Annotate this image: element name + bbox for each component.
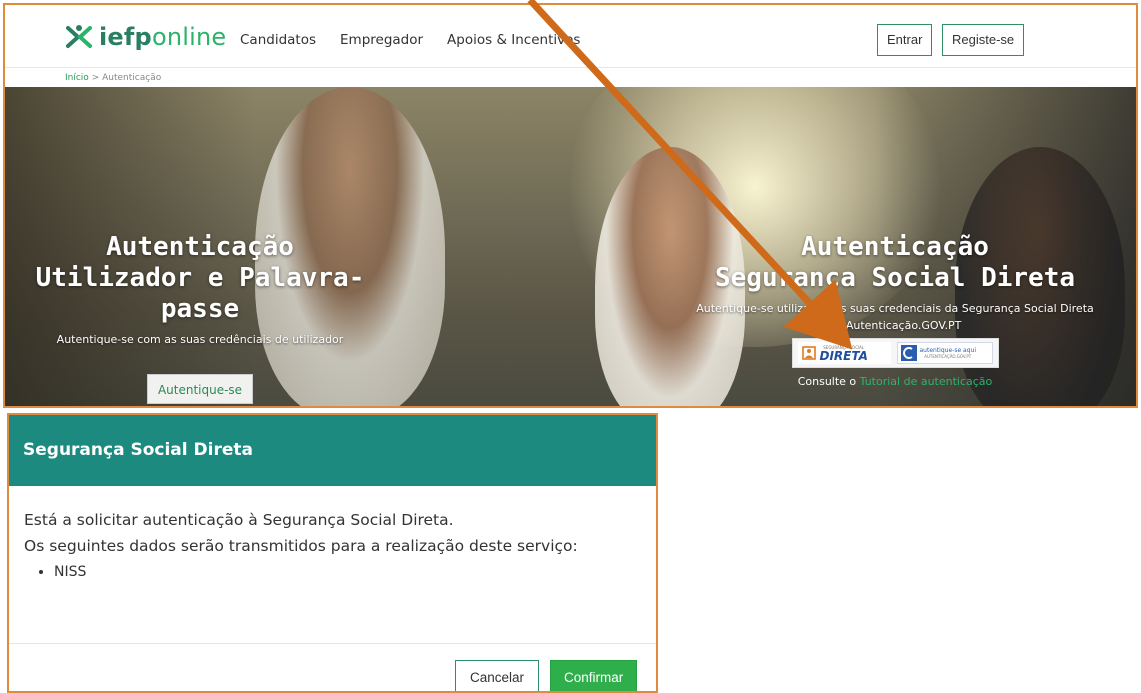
auth-user-subtitle: Autentique-se com as suas credênciais de…	[56, 333, 344, 346]
tutorial-prefix: Consulte o	[797, 375, 857, 388]
auth-ssd-subtitle-line2: ou Autenticação.GOV.PT	[828, 319, 962, 332]
dialog-body: Está a solicitar autenticação à Seguranç…	[9, 486, 656, 643]
ssd-direta-badge[interactable]: SEGURANÇA SOCIAL DIRETA	[797, 342, 891, 364]
main-nav: Candidatos Empregador Apoios & Incentivo…	[240, 32, 580, 48]
nav-empregador[interactable]: Empregador	[340, 32, 423, 48]
auth-provider-badges: SEGURANÇA SOCIAL DIRETA autentique-se aq…	[791, 338, 999, 368]
gov-badge-line1: autentique-se aqui	[919, 347, 977, 354]
hero-banner: Autenticação Utilizador e Palavra-passe …	[5, 87, 1136, 406]
auth-user-title-line2: Utilizador e Palavra-passe	[35, 263, 365, 324]
nav-candidatos[interactable]: Candidatos	[240, 32, 316, 48]
breadcrumb-home[interactable]: Início	[65, 73, 89, 83]
confirm-button[interactable]: Confirmar	[550, 660, 638, 691]
dialog-message-line2: Os seguintes dados serão transmitidos pa…	[24, 537, 578, 555]
breadcrumb-current: Autenticação	[102, 73, 162, 83]
auth-ssd-subtitle: Autentique-se utilizando as suas credenc…	[665, 300, 1125, 334]
dialog-message-line1: Está a solicitar autenticação à Seguranç…	[24, 511, 454, 529]
dialog-footer: Cancelar Confirmar	[9, 643, 656, 691]
gov-auth-icon	[900, 345, 917, 361]
list-item: NISS	[54, 559, 641, 585]
gov-badge-line2: AUTENTICAÇÃO.GOV.PT	[924, 354, 972, 359]
website-screenshot: iefponline Candidatos Empregador Apoios …	[3, 3, 1138, 408]
transmitted-data-list: NISS	[54, 559, 641, 585]
auth-ssd-title-line1: Autenticação	[801, 232, 989, 262]
iefp-logo[interactable]: iefponline	[65, 23, 226, 51]
register-button[interactable]: Registe-se	[942, 24, 1025, 56]
breadcrumb-separator: >	[91, 73, 100, 83]
auth-ssd-title-line2: Segurança Social Direta	[714, 263, 1076, 293]
ssd-badge-text: DIRETA	[819, 348, 868, 363]
logo-icon	[66, 25, 92, 48]
dialog-title: Segurança Social Direta	[9, 415, 656, 486]
cancel-button[interactable]: Cancelar	[455, 660, 540, 691]
auth-user-title-line1: Autenticação	[106, 232, 294, 262]
authenticate-button[interactable]: Autentique-se	[146, 374, 254, 404]
nav-apoios-incentivos[interactable]: Apoios & Incentivos	[447, 32, 580, 48]
top-navbar: iefponline Candidatos Empregador Apoios …	[5, 5, 1136, 68]
auth-social-security-panel: Autenticação Segurança Social Direta Aut…	[665, 232, 1125, 388]
tutorial-link[interactable]: Tutorial de autenticação	[860, 375, 993, 388]
logo-text: iefponline	[99, 23, 227, 51]
tutorial-hint: Consulte o Tutorial de autenticação	[665, 375, 1125, 388]
breadcrumb: Início > Autenticação	[65, 73, 161, 83]
login-button[interactable]: Entrar	[877, 24, 933, 56]
ssd-consent-dialog: Segurança Social Direta Está a solicitar…	[7, 413, 658, 693]
auth-user-password-panel: Autenticação Utilizador e Palavra-passe …	[5, 232, 395, 404]
ssd-person-icon	[801, 346, 816, 360]
auth-ssd-subtitle-line1: Autentique-se utilizando as suas credenc…	[696, 302, 1094, 315]
autenticacao-gov-badge[interactable]: autentique-se aqui AUTENTICAÇÃO.GOV.PT	[896, 342, 993, 364]
